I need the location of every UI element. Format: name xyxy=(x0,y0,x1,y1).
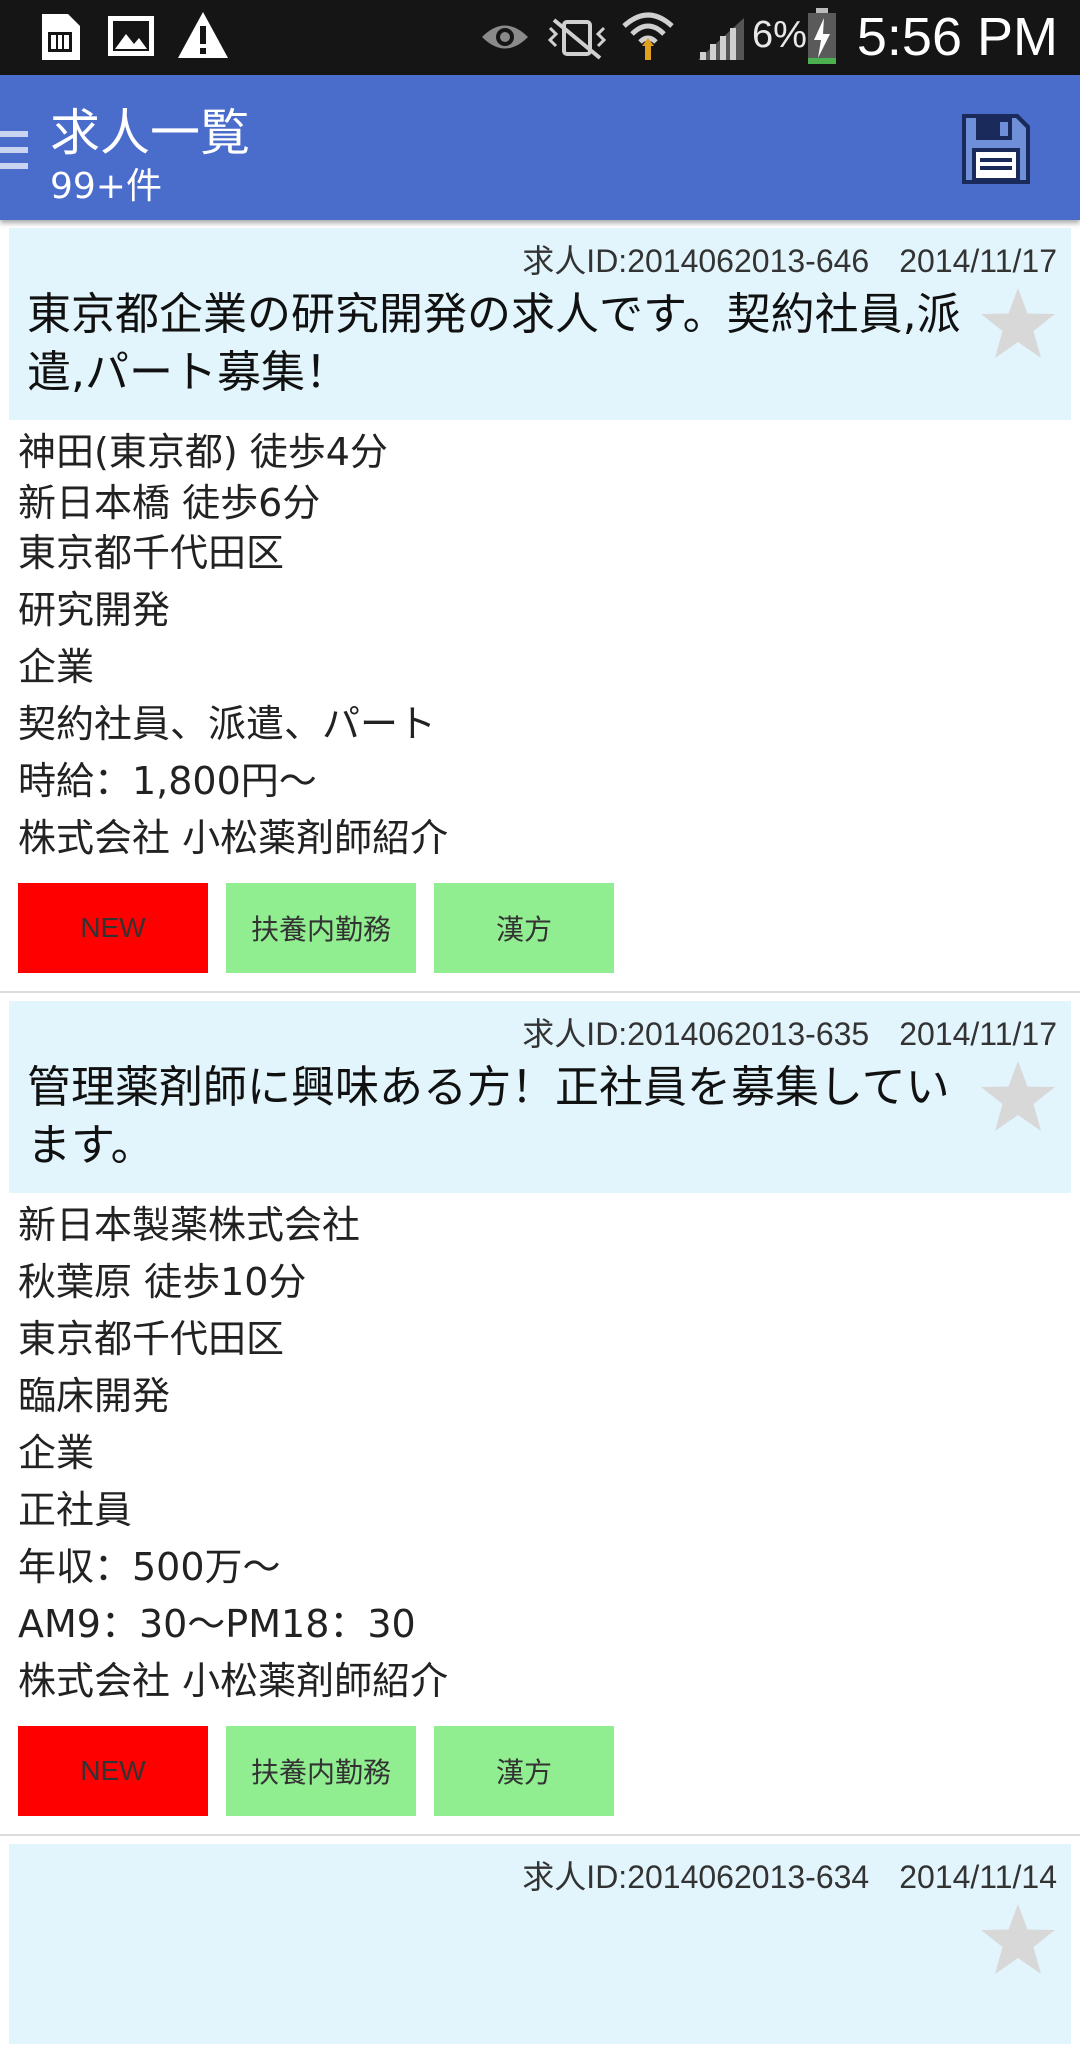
job-meta: 求人ID:2014062013-634 2014/11/14 xyxy=(27,1854,1057,1900)
job-detail-line: 年収：500万〜 xyxy=(18,1545,281,1589)
job-card-header: 求人ID:2014062013-646 2014/11/17 東京都企業の研究開発… xyxy=(9,228,1071,420)
job-id: 求人ID:2014062013-634 xyxy=(522,1859,870,1895)
job-card[interactable]: 求人ID:2014062013-646 2014/11/17 東京都企業の研究開発… xyxy=(0,220,1080,993)
favorite-star-icon[interactable] xyxy=(979,1059,1057,1137)
job-detail-line: 秋葉原 徒歩10分 xyxy=(18,1260,307,1304)
favorite-star-icon[interactable] xyxy=(979,286,1057,364)
job-card-header: 求人ID:2014062013-635 2014/11/17 管理薬剤師に興味ある… xyxy=(9,1001,1071,1193)
job-detail-line: 株式会社 小松薬剤師紹介 xyxy=(18,816,449,860)
tag-kampo: 漢方 xyxy=(434,883,614,973)
wifi-icon xyxy=(620,8,676,68)
job-detail-line: 企業 xyxy=(18,645,95,689)
job-meta: 求人ID:2014062013-635 2014/11/17 xyxy=(27,1011,1057,1057)
job-date: 2014/11/14 xyxy=(899,1859,1057,1895)
job-detail-line: 正社員 xyxy=(18,1488,133,1532)
job-date: 2014/11/17 xyxy=(899,1016,1057,1052)
job-detail-line: 神田(東京都) 徒歩4分 xyxy=(18,430,388,474)
job-id: 求人ID:2014062013-646 xyxy=(522,243,870,279)
job-detail-line: AM9：30〜PM18：30 xyxy=(18,1602,416,1646)
page-title: 求人一覧 xyxy=(50,104,250,162)
eye-icon xyxy=(480,20,530,58)
job-details: 新日本製薬株式会社 秋葉原 徒歩10分 東京都千代田区 臨床開発 企業 正社員 … xyxy=(0,1193,1080,1710)
result-count: 99+件 xyxy=(50,166,162,207)
job-list: 求人ID:2014062013-646 2014/11/17 東京都企業の研究開発… xyxy=(0,220,1080,2052)
status-bar: 6% 5:56 PM xyxy=(0,0,1080,75)
job-title[interactable]: 管理薬剤師に興味ある方！正社員を募集しています。 xyxy=(27,1059,967,1175)
job-tags: NEW 扶養内勤務 漢方 xyxy=(0,867,1080,983)
sim-card-icon xyxy=(38,12,82,66)
tag-kampo: 漢方 xyxy=(434,1726,614,1816)
tag-part-time-dependent: 扶養内勤務 xyxy=(226,883,416,973)
tag-part-time-dependent: 扶養内勤務 xyxy=(226,1726,416,1816)
job-id: 求人ID:2014062013-635 xyxy=(522,1016,870,1052)
job-tags: NEW 扶養内勤務 漢方 xyxy=(0,1710,1080,1826)
job-detail-line: 新日本橋 徒歩6分 xyxy=(18,481,321,525)
job-detail-line: 企業 xyxy=(18,1431,95,1475)
image-icon xyxy=(106,14,156,62)
job-detail-line: 研究開発 xyxy=(18,588,171,632)
job-detail-line: 東京都千代田区 xyxy=(18,531,285,575)
job-title[interactable]: 東京都企業の研究開発の求人です。契約社員,派遣,パート募集！ xyxy=(27,286,967,402)
job-card[interactable]: 求人ID:2014062013-634 2014/11/14 xyxy=(0,1836,1080,2052)
signal-icon xyxy=(696,16,746,66)
job-detail-line: 契約社員、派遣、パート xyxy=(18,702,437,746)
job-detail-line: 時給：1,800円〜 xyxy=(18,759,317,803)
vibrate-mute-icon xyxy=(546,16,608,64)
tag-new: NEW xyxy=(18,1726,208,1816)
battery-charging-icon xyxy=(806,8,838,70)
favorite-star-icon[interactable] xyxy=(979,1902,1057,1980)
job-card[interactable]: 求人ID:2014062013-635 2014/11/17 管理薬剤師に興味ある… xyxy=(0,993,1080,1836)
drawer-icon[interactable] xyxy=(0,127,30,177)
app-bar: 求人一覧 99+件 xyxy=(0,75,1080,220)
job-detail-line: 新日本製薬株式会社 xyxy=(18,1203,361,1247)
job-detail-line: 臨床開発 xyxy=(18,1374,171,1418)
tag-new: NEW xyxy=(18,883,208,973)
save-icon[interactable] xyxy=(958,110,1034,192)
job-detail-line: 東京都千代田区 xyxy=(18,1317,285,1361)
clock: 5:56 PM xyxy=(856,7,1058,67)
warning-icon xyxy=(176,10,230,64)
job-detail-line: 株式会社 小松薬剤師紹介 xyxy=(18,1659,449,1703)
job-card-header: 求人ID:2014062013-634 2014/11/14 xyxy=(9,1844,1071,2044)
job-date: 2014/11/17 xyxy=(899,243,1057,279)
job-meta: 求人ID:2014062013-646 2014/11/17 xyxy=(27,238,1057,284)
battery-percent: 6% xyxy=(752,14,807,56)
job-details: 神田(東京都) 徒歩4分 新日本橋 徒歩6分 東京都千代田区 研究開発 企業 契… xyxy=(0,420,1080,867)
